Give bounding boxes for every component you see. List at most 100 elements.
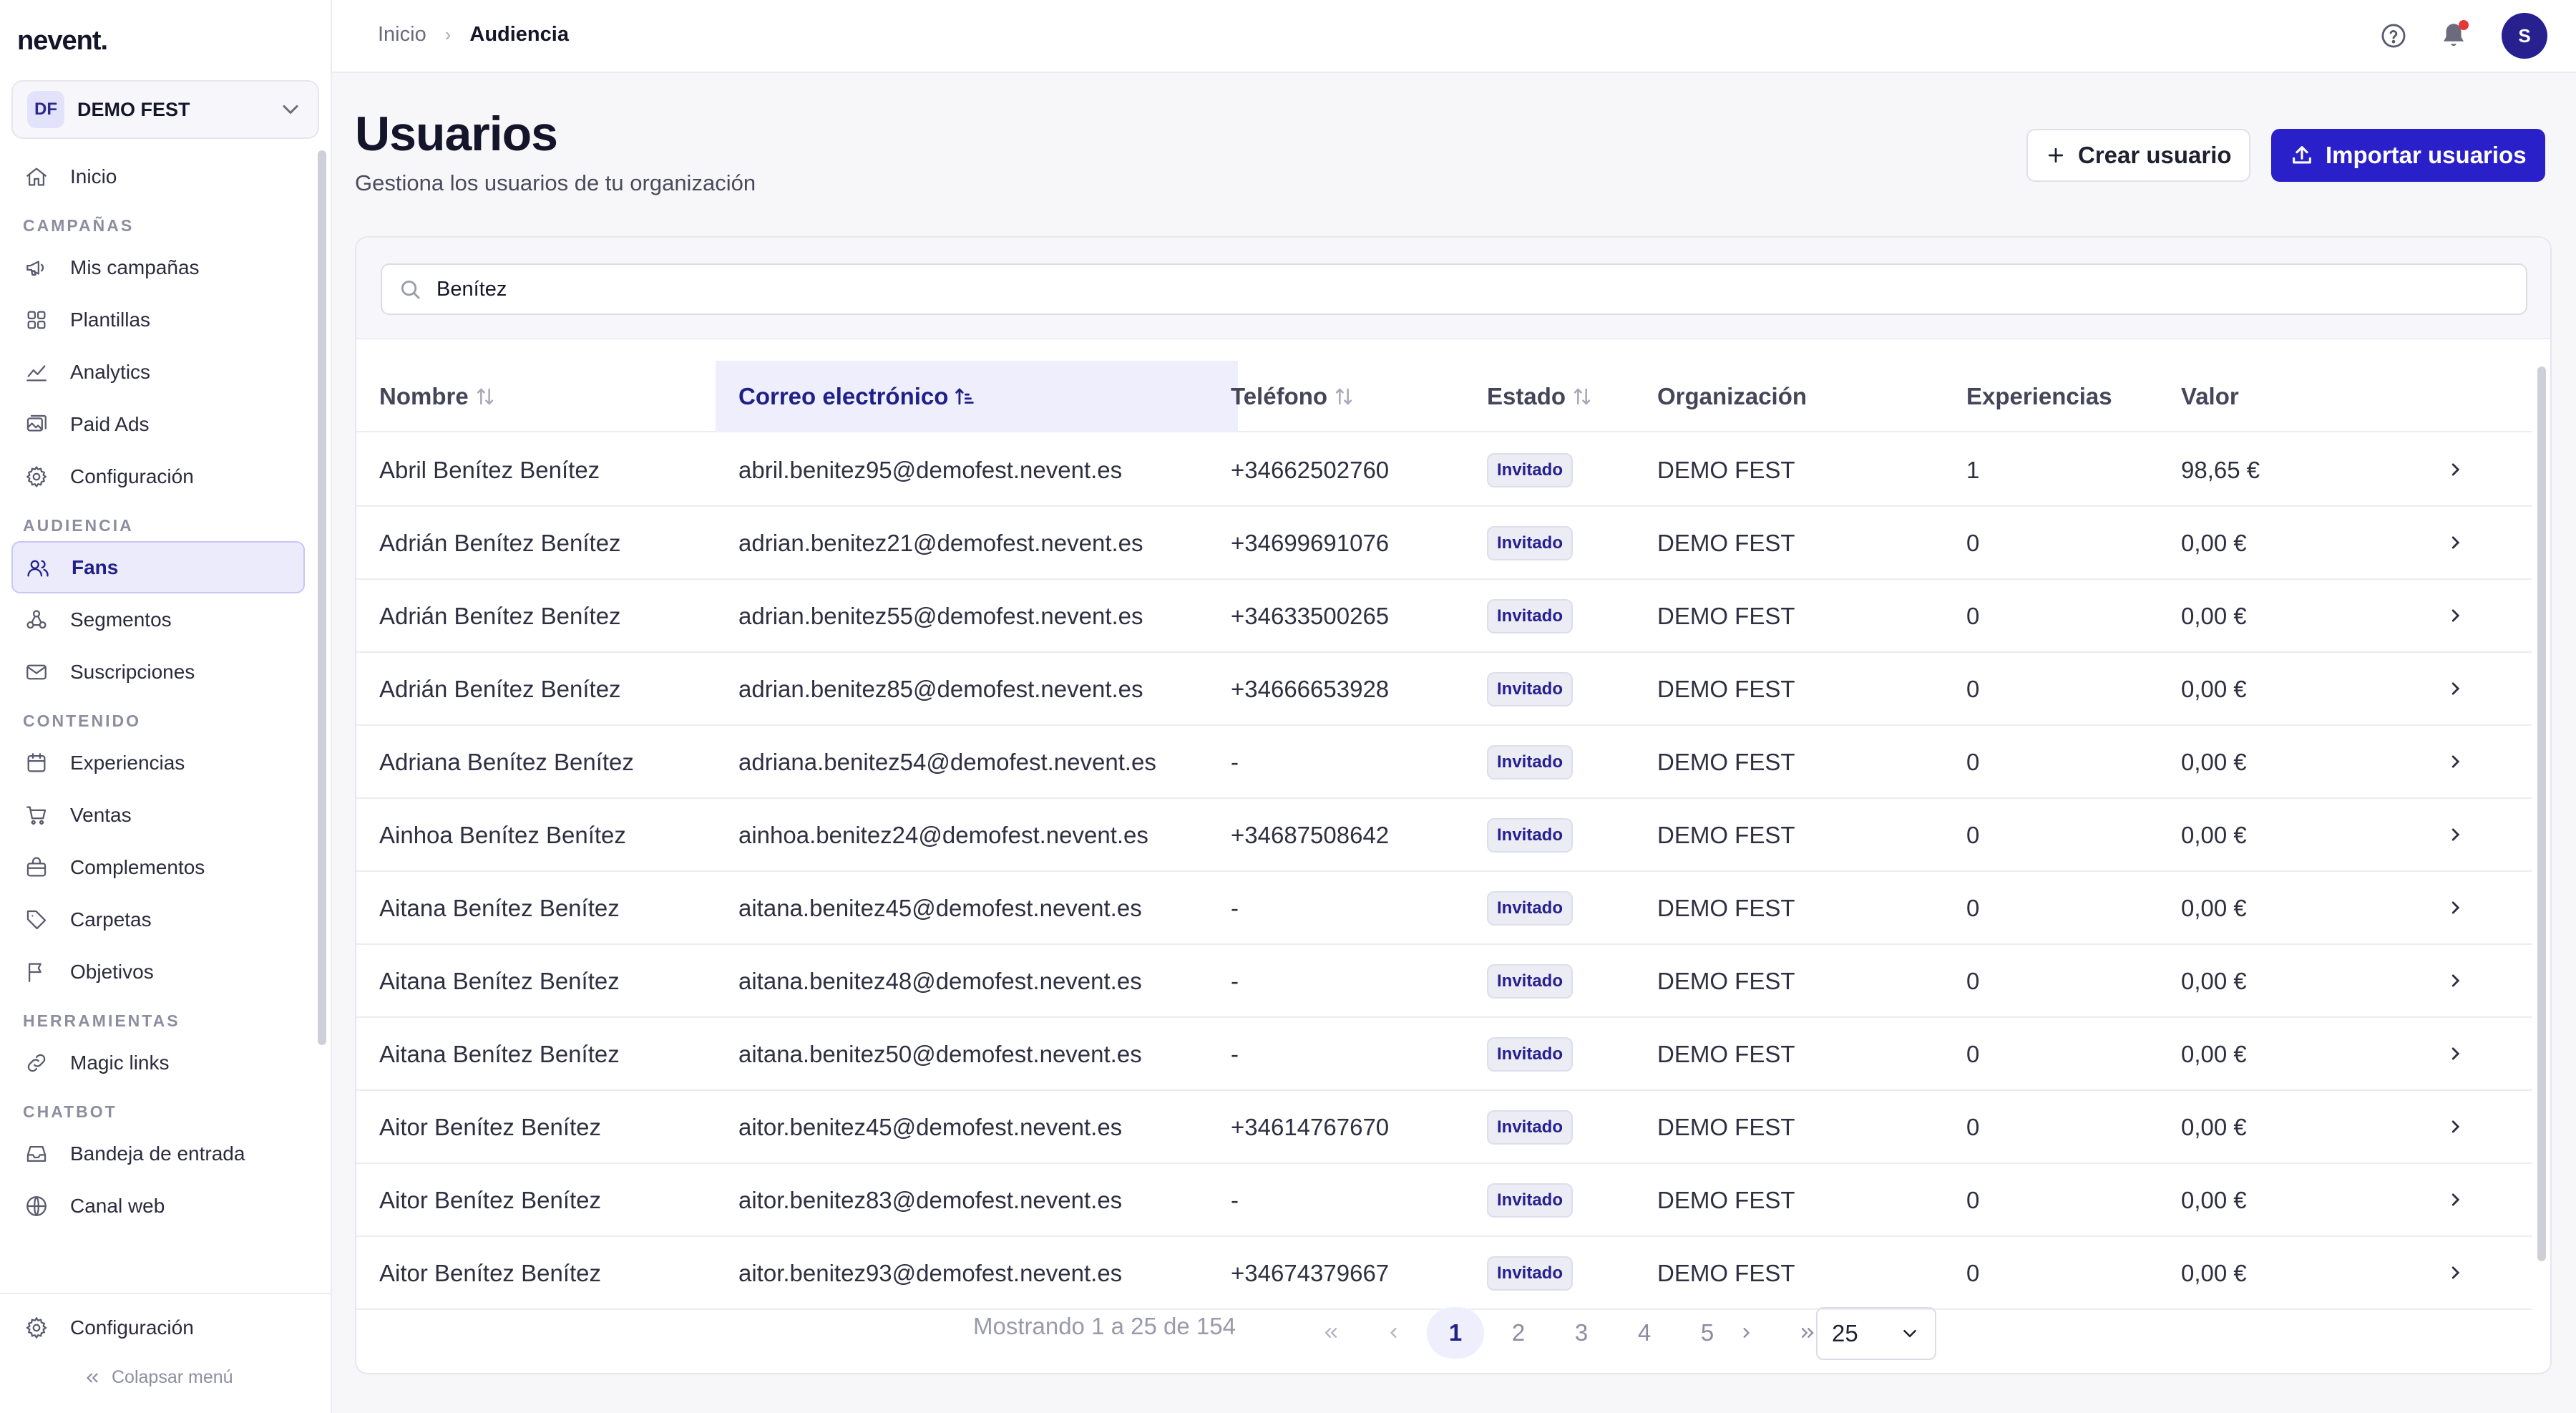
sidebar-item-magic-links[interactable]: Magic links: [11, 1036, 305, 1089]
collapse-menu-label: Colapsar menú: [112, 1367, 233, 1387]
import-users-button[interactable]: Importar usuarios: [2271, 129, 2545, 182]
status-badge: Invitado: [1487, 964, 1574, 999]
column-header-0[interactable]: Nombre: [379, 361, 497, 432]
row-open-button[interactable]: [2443, 603, 2467, 631]
table-cell: abril.benitez95@demofest.nevent.es: [738, 457, 1123, 483]
table-cell: aitana.benitez50@demofest.nevent.es: [738, 1041, 1142, 1067]
page-button-4[interactable]: 4: [1616, 1307, 1673, 1359]
column-header-2[interactable]: Teléfono: [1231, 361, 1356, 432]
row-open-button[interactable]: [2443, 1188, 2467, 1215]
user-avatar[interactable]: S: [2502, 13, 2547, 59]
pagination-summary: Mostrando 1 a 25 de 154: [973, 1313, 1236, 1339]
app-logo[interactable]: nevent.: [17, 26, 108, 57]
sidebar-item-experiencias[interactable]: Experiencias: [11, 737, 305, 789]
next-page-button[interactable]: [1717, 1307, 1775, 1359]
table-cell: 0: [1966, 749, 1980, 775]
table-cell: 0,00 €: [2181, 895, 2247, 921]
search-input[interactable]: [436, 277, 2440, 301]
row-open-button[interactable]: [2443, 1261, 2467, 1288]
search-box[interactable]: [381, 263, 2527, 315]
table-cell: aitana.benitez48@demofest.nevent.es: [738, 968, 1142, 994]
help-icon[interactable]: [2380, 22, 2407, 49]
sidebar-item-label: Configuración: [70, 1316, 194, 1339]
sidebar-scrollbar[interactable]: [318, 150, 326, 1045]
table-row[interactable]: Adriana Benítez Benítez adriana.benitez54…: [356, 726, 2532, 799]
sidebar-item-analytics[interactable]: Analytics: [11, 346, 305, 398]
row-open-button[interactable]: [2443, 1115, 2467, 1142]
prev-page-button[interactable]: [1365, 1307, 1423, 1359]
table-row[interactable]: Aitana Benítez Benítez aitana.benitez48@d…: [356, 945, 2532, 1018]
table-cell: adrian.benitez21@demofest.nevent.es: [738, 530, 1143, 556]
status-badge: Invitado: [1487, 818, 1574, 853]
row-open-button[interactable]: [2443, 457, 2467, 485]
table-cell: aitor.benitez45@demofest.nevent.es: [738, 1114, 1123, 1140]
breadcrumb-home[interactable]: Inicio: [378, 23, 426, 47]
table-cell: Aitana Benítez Benítez: [379, 968, 620, 994]
status-badge: Invitado: [1487, 526, 1574, 560]
tag-icon: [26, 910, 47, 929]
search-zone: [356, 238, 2550, 339]
chevrons-left-icon: [86, 1373, 98, 1382]
collapse-menu-button[interactable]: Colapsar menú: [83, 1367, 233, 1388]
sidebar-item-suscripciones[interactable]: Suscripciones: [11, 646, 305, 698]
sidebar-item-objetivos[interactable]: Objetivos: [11, 946, 305, 998]
sidebar-item-mis-campa-as[interactable]: Mis campañas: [11, 241, 305, 293]
sidebar-item-bandeja-de-entrada[interactable]: Bandeja de entrada: [11, 1127, 305, 1180]
sidebar-item-inicio[interactable]: Inicio: [11, 150, 305, 203]
table-row[interactable]: Adrián Benítez Benítez adrian.benitez21@d…: [356, 507, 2532, 580]
table-row[interactable]: Aitor Benítez Benítez aitor.benitez83@dem…: [356, 1164, 2532, 1237]
sidebar-item-footer-settings[interactable]: Configuración: [11, 1301, 319, 1354]
row-open-button[interactable]: [2443, 968, 2467, 996]
table-row[interactable]: Aitana Benítez Benítez aitana.benitez50@d…: [356, 1018, 2532, 1091]
sidebar-item-canal-web[interactable]: Canal web: [11, 1180, 305, 1232]
table-cell: +34666653928: [1231, 676, 1390, 702]
status-badge: Invitado: [1487, 1110, 1574, 1145]
sidebar-item-ventas[interactable]: Ventas: [11, 789, 305, 841]
table-row[interactable]: Aitor Benítez Benítez aitor.benitez45@dem…: [356, 1091, 2532, 1164]
page-size-select[interactable]: 25: [1816, 1307, 1936, 1360]
table-row[interactable]: Adrián Benítez Benítez adrian.benitez55@d…: [356, 580, 2532, 653]
sidebar-item-label: Paid Ads: [70, 412, 150, 435]
table-row[interactable]: Abril Benítez Benítez abril.benitez95@dem…: [356, 434, 2532, 507]
plus-icon: [2048, 147, 2064, 163]
table-row[interactable]: Aitana Benítez Benítez aitana.benitez45@d…: [356, 872, 2532, 945]
create-user-button[interactable]: Crear usuario: [2026, 129, 2250, 182]
sidebar-item-segmentos[interactable]: Segmentos: [11, 593, 305, 646]
sidebar-item-plantillas[interactable]: Plantillas: [11, 293, 305, 346]
table-cell: Aitana Benítez Benítez: [379, 895, 620, 921]
table-scrollbar[interactable]: [2537, 366, 2546, 1261]
topbar: Inicio › Audiencia S: [332, 0, 2576, 73]
chevron-down-icon: [283, 105, 298, 114]
column-header-3[interactable]: Estado: [1487, 361, 1594, 432]
table-cell: 0,00 €: [2181, 1041, 2247, 1067]
row-open-button[interactable]: [2443, 895, 2467, 923]
first-page-button[interactable]: [1302, 1307, 1360, 1359]
column-header-4: Organización: [1657, 361, 1807, 432]
sidebar-item-configuraci-n[interactable]: Configuración: [11, 450, 305, 502]
page-size-value: 25: [1832, 1320, 1858, 1346]
sidebar-item-fans[interactable]: Fans: [11, 541, 305, 593]
table-cell: 0,00 €: [2181, 530, 2247, 556]
sidebar-item-label: Canal web: [70, 1194, 165, 1217]
page-button-1[interactable]: 1: [1427, 1307, 1484, 1359]
sidebar-item-paid-ads[interactable]: Paid Ads: [11, 398, 305, 450]
row-open-button[interactable]: [2443, 822, 2467, 850]
table-row[interactable]: Ainhoa Benítez Benítez ainhoa.benitez24@d…: [356, 799, 2532, 872]
row-open-button[interactable]: [2443, 530, 2467, 558]
page-button-2[interactable]: 2: [1490, 1307, 1547, 1359]
table-cell: Aitor Benítez Benítez: [379, 1187, 602, 1213]
sidebar-item-complementos[interactable]: Complementos: [11, 841, 305, 893]
row-open-button[interactable]: [2443, 749, 2467, 777]
table-cell: +34699691076: [1231, 530, 1390, 556]
row-open-button[interactable]: [2443, 1041, 2467, 1069]
notifications-button[interactable]: [2439, 20, 2470, 52]
row-open-button[interactable]: [2443, 676, 2467, 704]
sort-icon: [477, 388, 493, 405]
column-header-1[interactable]: Correo electrónico: [716, 361, 1238, 432]
page-button-3[interactable]: 3: [1553, 1307, 1610, 1359]
table-cell: 0,00 €: [2181, 603, 2247, 629]
org-selector[interactable]: DF DEMO FEST: [11, 80, 319, 139]
sidebar-item-carpetas[interactable]: Carpetas: [11, 893, 305, 946]
table-row[interactable]: Adrián Benítez Benítez adrian.benitez85@d…: [356, 653, 2532, 726]
table-cell: Adrián Benítez Benítez: [379, 676, 621, 702]
